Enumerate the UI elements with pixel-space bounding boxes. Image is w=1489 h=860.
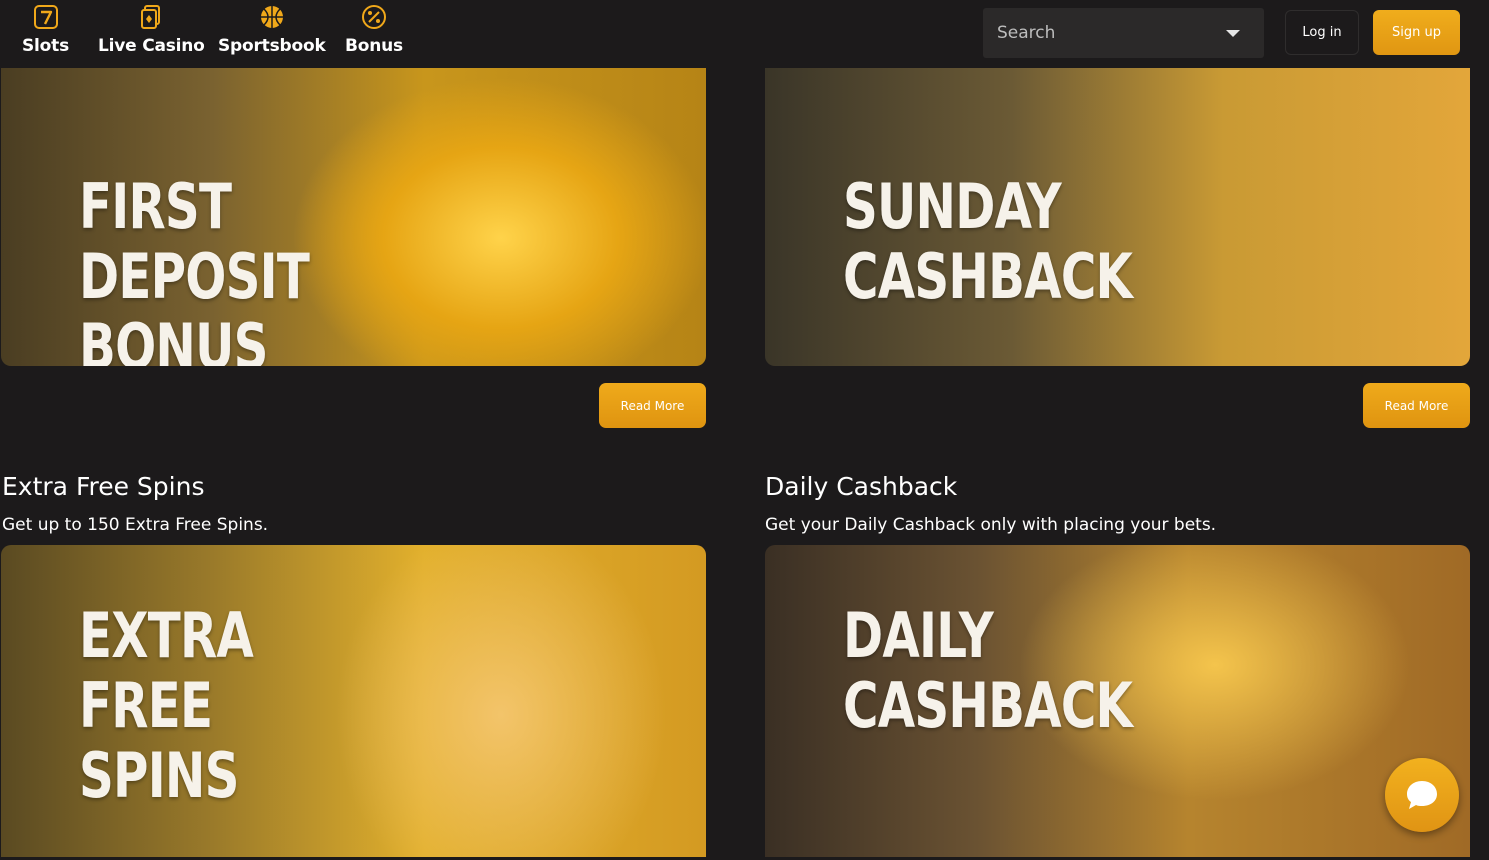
chevron-down-icon[interactable] <box>1226 29 1240 37</box>
cards-icon <box>141 5 161 29</box>
search-input[interactable] <box>997 23 1226 43</box>
basketball-icon <box>260 6 283 28</box>
top-navigation-bar: Slots Live Casino Sportsbook Bonus Log i… <box>0 0 1489 68</box>
percent-badge-icon <box>361 5 386 29</box>
nav-item-live-casino[interactable]: Live Casino <box>98 4 205 64</box>
search-dropdown[interactable] <box>983 8 1264 58</box>
nav-item-bonus[interactable]: Bonus <box>345 4 403 64</box>
promo-image-text: DAILY CASHBACK <box>843 599 1133 742</box>
nav-label-sportsbook: Sportsbook <box>218 36 326 56</box>
read-more-button[interactable]: Read More <box>1363 383 1470 428</box>
promo-image-first-deposit-bonus[interactable]: FIRST DEPOSIT BONUS <box>1 68 706 366</box>
nav-item-slots[interactable]: Slots <box>22 4 69 64</box>
read-more-button[interactable]: Read More <box>599 383 706 428</box>
chat-button[interactable] <box>1385 758 1459 832</box>
promo-title: Daily Cashback <box>765 472 958 501</box>
promo-image-text: SUNDAY CASHBACK <box>843 170 1133 313</box>
promo-image-text: FIRST DEPOSIT BONUS <box>79 170 310 367</box>
promo-title: Extra Free Spins <box>2 472 205 501</box>
nav-label-live-casino: Live Casino <box>98 36 205 56</box>
promo-description: Get up to 150 Extra Free Spins. <box>2 515 269 535</box>
nav-label-bonus: Bonus <box>345 36 403 56</box>
promo-image-text: EXTRA FREE SPINS <box>79 599 254 812</box>
login-button[interactable]: Log in <box>1285 10 1359 55</box>
promo-description: Get your Daily Cashback only with placin… <box>765 515 1217 535</box>
nav-item-sportsbook[interactable]: Sportsbook <box>218 4 326 64</box>
signup-button[interactable]: Sign up <box>1373 10 1460 55</box>
promo-image-daily-cashback[interactable]: DAILY CASHBACK <box>765 545 1470 857</box>
nav-label-slots: Slots <box>22 36 69 56</box>
slots-seven-icon <box>33 5 58 29</box>
promo-image-extra-free-spins[interactable]: EXTRA FREE SPINS <box>1 545 706 857</box>
promo-image-sunday-cashback[interactable]: SUNDAY CASHBACK <box>765 68 1470 366</box>
chat-bubble-icon <box>1407 781 1437 809</box>
